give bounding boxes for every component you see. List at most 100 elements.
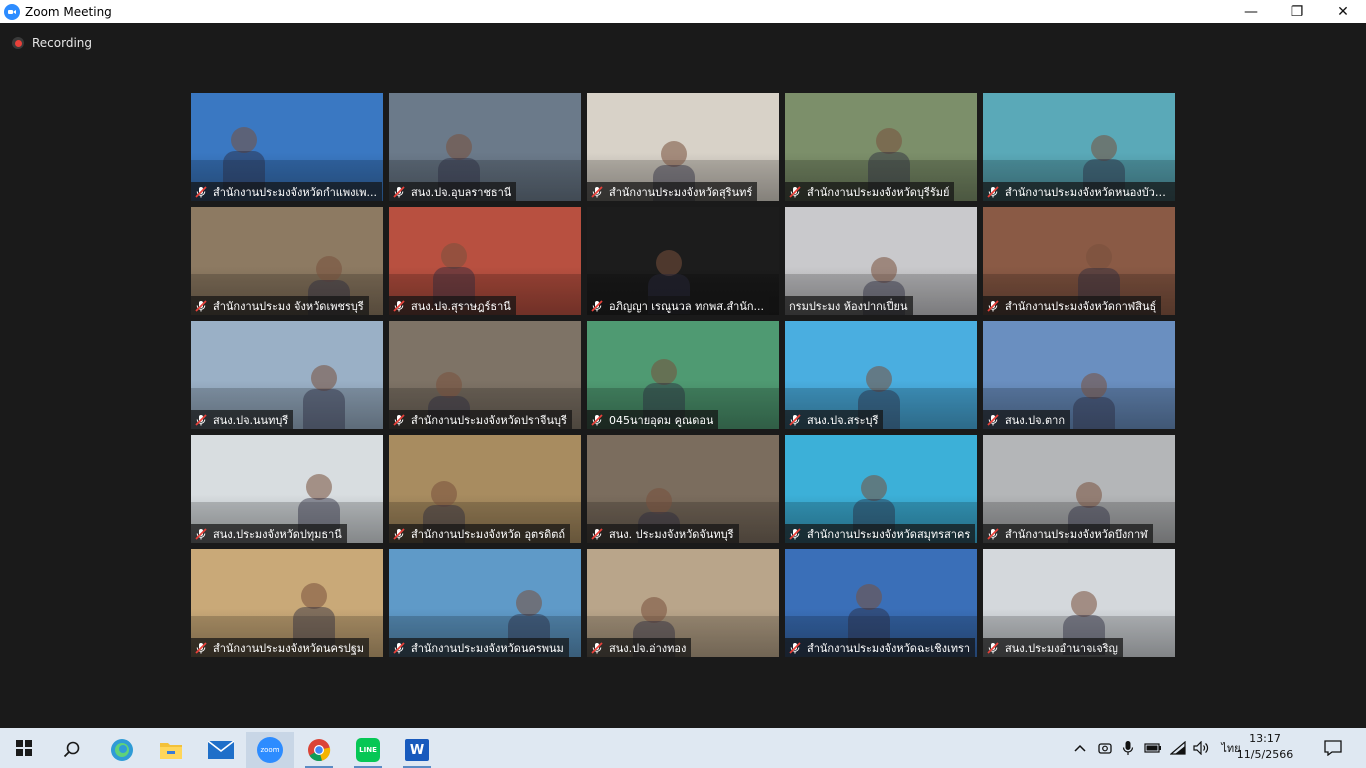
participant-name: สำนักงานประมงจังหวัดกำแพงเพ... <box>213 185 377 199</box>
line-icon: LINE <box>356 738 380 762</box>
participant-video-tile[interactable]: สนง.ปจ.นนทบุรี <box>191 321 383 429</box>
participant-name: สนง.ปจ.นนทบุรี <box>213 413 289 427</box>
participant-nameplate: สำนักงานประมงจังหวัด อุตรดิตถ์ <box>389 524 571 543</box>
participant-nameplate: สำนักงานประมงจังหวัดสมุทรสาคร <box>785 524 976 543</box>
participant-video-tile[interactable]: สำนักงานประมงจังหวัด อุตรดิตถ์ <box>389 435 581 543</box>
participant-nameplate: 045นายอุดม คูณดอน <box>587 410 719 429</box>
tray-show-hidden-icons[interactable] <box>1070 728 1090 768</box>
participant-name: สำนักงานประมงจังหวัดสุรินทร์ <box>609 185 753 199</box>
muted-microphone-icon <box>393 185 405 198</box>
participant-name: สำนักงานประมงจังหวัดหนองบัวล... <box>1005 185 1170 199</box>
muted-microphone-icon <box>393 299 405 312</box>
participant-video-tile[interactable]: สำนักงานประมงจังหวัดนครพนม <box>389 549 581 657</box>
muted-microphone-icon <box>393 527 405 540</box>
participant-video-tile[interactable]: สำนักงานประมงจังหวัดกาฬสินธุ์ <box>983 207 1175 315</box>
tray-camera[interactable] <box>1095 728 1115 768</box>
muted-microphone-icon <box>195 641 207 654</box>
start-button[interactable] <box>0 728 48 768</box>
window-title: Zoom Meeting <box>25 4 112 19</box>
participant-name: สำนักงานประมงจังหวัดบึงกาฬ <box>1005 527 1148 541</box>
participant-video-tile[interactable]: กรมประมง ห้องปากเปี่ยน <box>785 207 977 315</box>
taskbar-search-button[interactable] <box>48 732 96 768</box>
participant-name: สนง.ปจ.สระบุรี <box>807 413 879 427</box>
taskbar-clock[interactable]: 13:17 11/5/2566 <box>1230 731 1300 763</box>
muted-microphone-icon <box>195 413 207 426</box>
participant-name: สำนักงานประมงจังหวัดบุรีรัมย์ <box>807 185 950 199</box>
participant-nameplate: สำนักงานประมงจังหวัดนครปฐม <box>191 638 370 657</box>
participant-name: สนง. ประมงจังหวัดจันทบุรี <box>609 527 734 541</box>
participant-nameplate: สำนักงานประมง จังหวัดเพชรบุรี <box>191 296 369 315</box>
participant-video-tile[interactable]: สนง.ปจ.อ่างทอง <box>587 549 779 657</box>
participant-video-tile[interactable]: สำนักงานประมงจังหวัดกำแพงเพ... <box>191 93 383 201</box>
edge-icon <box>111 739 133 761</box>
taskbar-word[interactable]: W <box>393 732 441 768</box>
participant-video-tile[interactable]: สนง.ประมงอำนาจเจริญ <box>983 549 1175 657</box>
participant-nameplate: สำนักงานประมงจังหวัดสุรินทร์ <box>587 182 758 201</box>
participant-video-tile[interactable]: สนง.ปจ.ตาก <box>983 321 1175 429</box>
participant-nameplate: สำนักงานประมงจังหวัดกาฬสินธุ์ <box>983 296 1162 315</box>
participant-name: สำนักงานประมงจังหวัดฉะเชิงเทรา <box>807 641 971 655</box>
tray-battery[interactable] <box>1142 728 1164 768</box>
maximize-button[interactable]: ❐ <box>1274 0 1320 23</box>
participant-video-tile[interactable]: สนง.ปจ.สระบุรี <box>785 321 977 429</box>
participant-nameplate: อภิญญา เรณูนวล ทกพส.สำนัก... <box>587 296 770 315</box>
microphone-icon <box>1122 741 1134 755</box>
muted-microphone-icon <box>987 413 999 426</box>
participant-video-tile[interactable]: สำนักงานประมงจังหวัดหนองบัวล... <box>983 93 1175 201</box>
participant-video-tile[interactable]: สนง.ปจ.อุบลราชธานี <box>389 93 581 201</box>
zoom-icon: zoom <box>257 737 283 763</box>
participant-name: สำนักงานประมงจังหวัดนครพนม <box>411 641 564 655</box>
participant-video-tile[interactable]: สำนักงานประมงจังหวัดบึงกาฬ <box>983 435 1175 543</box>
participant-name: อภิญญา เรณูนวล ทกพส.สำนัก... <box>609 299 765 313</box>
minimize-button[interactable]: — <box>1228 0 1274 23</box>
participant-video-tile[interactable]: สำนักงานประมง จังหวัดเพชรบุรี <box>191 207 383 315</box>
taskbar-chrome[interactable] <box>295 732 343 768</box>
participant-nameplate: สำนักงานประมงจังหวัดบึงกาฬ <box>983 524 1153 543</box>
muted-microphone-icon <box>195 299 207 312</box>
participant-name: สำนักงานประมงจังหวัดสมุทรสาคร <box>807 527 971 541</box>
close-button[interactable]: ✕ <box>1320 0 1366 23</box>
participant-nameplate: สนง.ปจ.ตาก <box>983 410 1071 429</box>
participant-video-tile[interactable]: สำนักงานประมงจังหวัดนครปฐม <box>191 549 383 657</box>
participant-video-tile[interactable]: สนง. ประมงจังหวัดจันทบุรี <box>587 435 779 543</box>
taskbar-mail[interactable] <box>197 732 245 768</box>
participant-video-tile[interactable]: สำนักงานประมงจังหวัดสุรินทร์ <box>587 93 779 201</box>
participant-video-tile[interactable]: สำนักงานประมงจังหวัดปราจีนบุรี <box>389 321 581 429</box>
participant-nameplate: สนง.ประมงอำนาจเจริญ <box>983 638 1123 657</box>
participant-name: สำนักงานประมง จังหวัดเพชรบุรี <box>213 299 364 313</box>
participant-video-tile[interactable]: สำนักงานประมงจังหวัดฉะเชิงเทรา <box>785 549 977 657</box>
participant-nameplate: สำนักงานประมงจังหวัดนครพนม <box>389 638 569 657</box>
battery-icon <box>1144 743 1161 753</box>
participant-name: สำนักงานประมงจังหวัดปราจีนบุรี <box>411 413 567 427</box>
muted-microphone-icon <box>789 527 801 540</box>
participant-video-tile[interactable]: สำนักงานประมงจังหวัดบุรีรัมย์ <box>785 93 977 201</box>
word-icon-label: W <box>409 742 425 758</box>
action-center-button[interactable] <box>1318 728 1348 768</box>
window-titlebar[interactable]: Zoom Meeting — ❐ ✕ <box>0 0 1366 23</box>
participant-video-tile[interactable]: สนง.ปจ.สุราษฎร์ธานี <box>389 207 581 315</box>
participant-video-tile[interactable]: อภิญญา เรณูนวล ทกพส.สำนัก... <box>587 207 779 315</box>
line-icon-label: LINE <box>359 746 377 754</box>
participant-nameplate: สนง.ปจ.อ่างทอง <box>587 638 692 657</box>
taskbar-zoom[interactable]: zoom <box>246 732 294 768</box>
muted-microphone-icon <box>591 299 603 312</box>
participant-nameplate: สำนักงานประมงจังหวัดกำแพงเพ... <box>191 182 382 201</box>
taskbar-line[interactable]: LINE <box>344 732 392 768</box>
participant-nameplate: สำนักงานประมงจังหวัดปราจีนบุรี <box>389 410 572 429</box>
muted-microphone-icon <box>591 185 603 198</box>
participant-name: สำนักงานประมงจังหวัดกาฬสินธุ์ <box>1005 299 1157 313</box>
participant-name: สนง.ปจ.ตาก <box>1005 413 1066 427</box>
tray-wifi[interactable] <box>1167 728 1189 768</box>
participant-video-tile[interactable]: สำนักงานประมงจังหวัดสมุทรสาคร <box>785 435 977 543</box>
clock-time: 13:17 <box>1249 732 1281 745</box>
tray-microphone[interactable] <box>1118 728 1138 768</box>
participant-name: สนง.ประมงจังหวัดปทุมธานี <box>213 527 342 541</box>
muted-microphone-icon <box>591 413 603 426</box>
participant-video-tile[interactable]: 045นายอุดม คูณดอน <box>587 321 779 429</box>
taskbar-edge[interactable] <box>98 732 146 768</box>
windows-logo-icon <box>16 740 32 756</box>
tray-volume[interactable] <box>1190 728 1212 768</box>
recording-indicator[interactable]: Recording <box>12 36 92 50</box>
taskbar-file-explorer[interactable] <box>147 732 195 768</box>
participant-video-tile[interactable]: สนง.ประมงจังหวัดปทุมธานี <box>191 435 383 543</box>
